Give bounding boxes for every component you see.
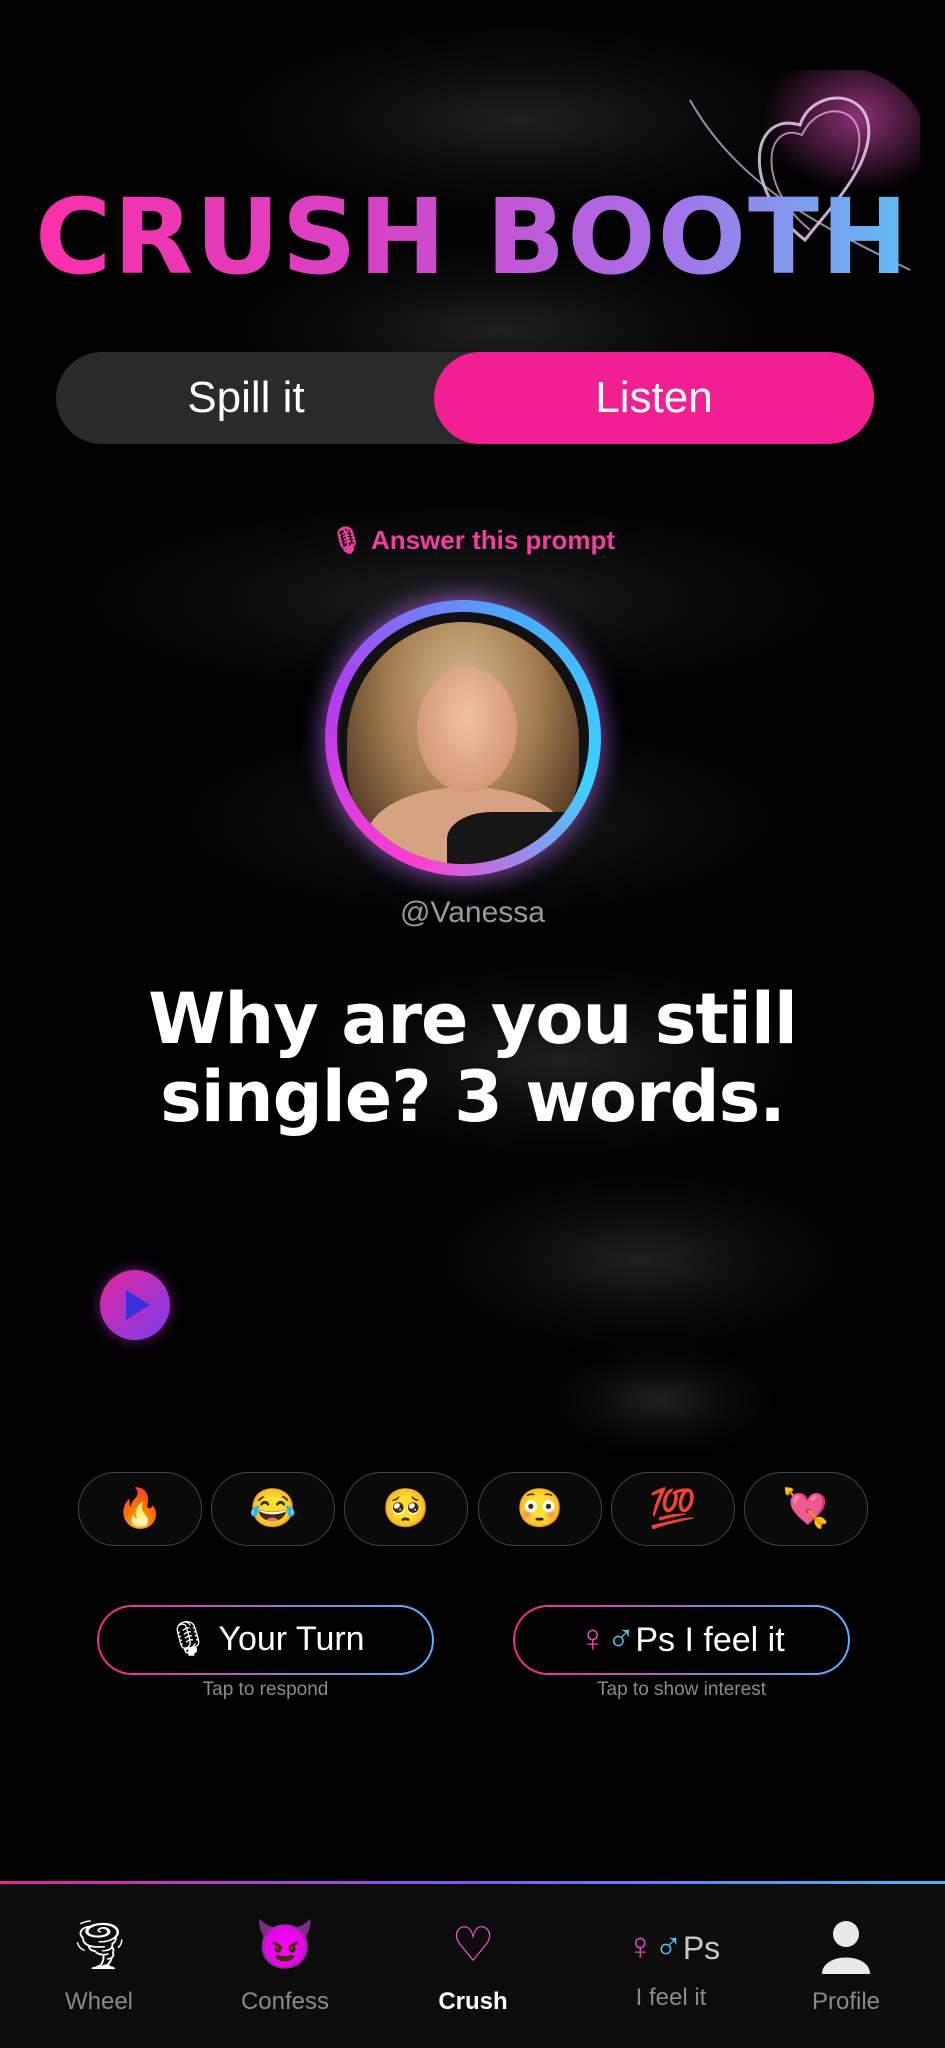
avatar-photo — [337, 612, 589, 864]
nav-item-profile[interactable]: Profile — [771, 1884, 921, 2048]
your-turn-label: Your Turn — [218, 1620, 365, 1658]
nav-item-wheel[interactable]: 🌪 Wheel — [24, 1884, 174, 2048]
nav-item-crush[interactable]: ♡ Crush — [398, 1884, 548, 2048]
reaction-laughing[interactable]: 😂 — [211, 1472, 335, 1546]
spill-it-tab[interactable]: Spill it — [56, 352, 436, 444]
listen-tab[interactable]: Listen — [434, 352, 874, 444]
microphone-icon: 🎙 — [166, 1620, 210, 1658]
avatar-face — [417, 667, 517, 792]
your-turn-button[interactable]: 🎙 Your Turn — [97, 1605, 434, 1675]
female-symbol-icon: ♀ — [578, 1618, 607, 1660]
prompt-label: 🎙 Answer this prompt — [0, 525, 945, 556]
prompt-question: Why are you still single? 3 words. — [148, 978, 798, 1138]
prompt-label-text: Answer this prompt — [370, 525, 616, 555]
nav-item-confess[interactable]: 😈 Confess — [210, 1884, 360, 2048]
bottom-nav: 🌪 Wheel 😈 Confess ♡ Crush ♀♂Ps I feel it… — [0, 1884, 945, 2048]
avatar-clothing — [447, 812, 589, 864]
devil-face-icon: 😈 — [255, 1919, 315, 1972]
nav-label-confess: Confess — [240, 1988, 330, 2015]
username[interactable]: @Vanessa — [0, 896, 945, 930]
reaction-heart-arrow[interactable]: 💘 — [744, 1472, 868, 1546]
reaction-flushed[interactable]: 😳 — [478, 1472, 602, 1546]
nav-label-crush: Crush — [438, 1988, 508, 2015]
reaction-fire[interactable]: 🔥 — [78, 1472, 202, 1546]
nav-feel-prefix: Ps — [682, 1930, 721, 1966]
male-symbol-icon: ♂ — [606, 1618, 636, 1660]
audio-waveform[interactable] — [212, 1220, 772, 1370]
mode-toggle: Spill it Listen — [56, 352, 874, 444]
your-turn-caption: Tap to respond — [202, 1679, 329, 1700]
reaction-bar: 🔥 😂 🥺 😳 💯 💘 — [78, 1472, 868, 1546]
i-feel-it-caption: Tap to show interest — [597, 1679, 766, 1700]
avatar[interactable] — [325, 600, 601, 876]
nav-label-wheel: Wheel — [64, 1988, 134, 2015]
app-title: CRUSH BOOTH — [0, 180, 945, 295]
gender-symbols-icon: ♀♂Ps — [625, 1926, 721, 1968]
person-icon — [816, 1916, 876, 1976]
play-icon — [126, 1290, 150, 1320]
feel-it-prefix: Ps — [635, 1621, 676, 1659]
i-feel-it-button[interactable]: ♀♂Ps I feel it — [513, 1605, 850, 1675]
nav-item-i-feel-it[interactable]: ♀♂Ps I feel it — [596, 1884, 746, 2048]
play-button[interactable] — [100, 1270, 170, 1340]
i-feel-it-label: I feel it — [684, 1621, 785, 1659]
heart-scribble-icon: ♡ — [451, 1919, 495, 1972]
nav-label-i-feel-it: I feel it — [635, 1984, 707, 2011]
reaction-pleading[interactable]: 🥺 — [344, 1472, 468, 1546]
tornado-icon: 🌪 — [69, 1919, 130, 1972]
nav-label-profile: Profile — [811, 1988, 881, 2015]
reaction-hundred[interactable]: 💯 — [611, 1472, 735, 1546]
microphone-icon: 🎙 — [329, 525, 363, 555]
